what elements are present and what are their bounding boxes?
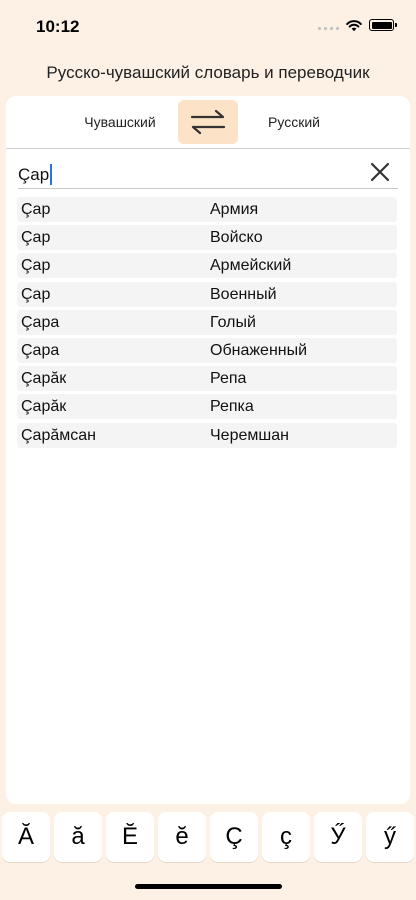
- result-chuvash-word: Çар: [21, 201, 51, 218]
- language-selector: Чувашский Русский: [6, 96, 410, 148]
- result-row[interactable]: Çарăк Репа: [17, 366, 397, 392]
- special-char-key[interactable]: ă: [54, 812, 102, 862]
- result-chuvash-word: Çар: [21, 229, 51, 247]
- result-russian-word: Военный: [210, 285, 277, 303]
- result-chuvash-word: Çарăк: [21, 370, 67, 388]
- result-chuvash-word: Çарăк: [21, 398, 67, 416]
- result-russian-word: Репа: [210, 370, 247, 388]
- result-russian-word: Обнаженный: [210, 341, 308, 359]
- result-russian-word: Репка: [210, 398, 254, 416]
- special-char-key[interactable]: Ă: [2, 812, 50, 862]
- app-title: Русско-чувашский словарь и переводчик: [46, 63, 370, 82]
- result-russian-word: Голый: [210, 313, 256, 331]
- result-chuvash-word: Çар: [21, 285, 51, 303]
- result-russian-word: Войско: [210, 229, 263, 247]
- search-input-text[interactable]: Çар: [18, 165, 49, 185]
- result-row[interactable]: Çара Обнаженный: [17, 337, 397, 363]
- result-russian-word: Армейский: [210, 257, 292, 275]
- special-char-key[interactable]: Ç: [210, 812, 258, 862]
- status-icons: [318, 18, 397, 32]
- result-russian-word: Армия: [210, 201, 259, 218]
- result-chuvash-word: Çара: [21, 341, 60, 359]
- search-field[interactable]: Çар: [18, 156, 398, 189]
- status-time: 10:12: [36, 17, 80, 36]
- result-row[interactable]: Çар Армейский: [17, 253, 397, 279]
- result-row[interactable]: Çарăмсан Черемшан: [17, 422, 397, 448]
- results-list: Çар Армия Çар Войско Çар Армейский Çар Военный Ç…: [17, 197, 397, 451]
- target-language-label[interactable]: Русский: [242, 114, 346, 130]
- result-row[interactable]: Çарăк Репка: [17, 394, 397, 420]
- cellular-signal-icon: [318, 20, 339, 30]
- special-char-key[interactable]: Ӳ: [314, 812, 362, 862]
- result-russian-word: Черемшан: [210, 426, 289, 444]
- clear-icon[interactable]: [368, 160, 392, 184]
- result-chuvash-word: Çара: [21, 313, 60, 331]
- status-bar: 10:12: [0, 0, 416, 54]
- special-char-key[interactable]: ĕ: [158, 812, 206, 862]
- special-char-key[interactable]: ç: [262, 812, 310, 862]
- result-row[interactable]: Çар Армия: [17, 197, 397, 222]
- swap-languages-button[interactable]: [178, 100, 238, 144]
- result-row[interactable]: Çар Военный: [17, 281, 397, 307]
- result-row[interactable]: Çар Войско: [17, 225, 397, 251]
- special-characters-bar: ĂăĔĕÇçӲӳ: [0, 812, 416, 866]
- special-char-key[interactable]: ӳ: [366, 812, 414, 862]
- text-cursor: [50, 164, 52, 185]
- result-row[interactable]: Çара Голый: [17, 309, 397, 335]
- home-indicator[interactable]: [135, 884, 282, 889]
- result-chuvash-word: Çарăмсан: [21, 426, 96, 444]
- divider: [6, 148, 410, 149]
- battery-icon: [369, 19, 397, 31]
- wifi-icon: [346, 20, 362, 32]
- special-char-key[interactable]: Ĕ: [106, 812, 154, 862]
- result-chuvash-word: Çар: [21, 257, 51, 275]
- translator-panel: Чувашский Русский Çар Çар Армия Çар Войско Ç…: [6, 96, 410, 804]
- source-language-label[interactable]: Чувашский: [60, 114, 180, 130]
- swap-arrows-icon: [190, 109, 226, 135]
